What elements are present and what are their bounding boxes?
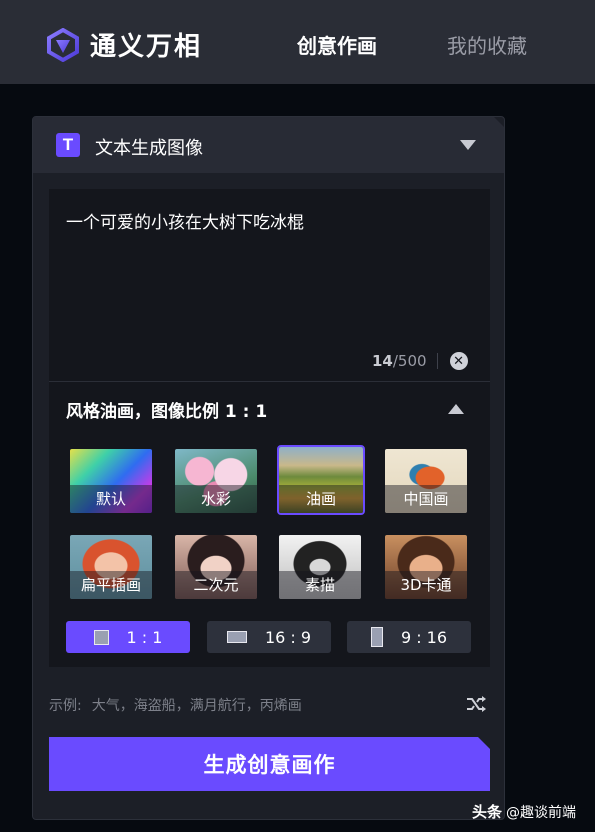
style-tile-anime[interactable]: 二次元 xyxy=(173,533,259,601)
style-label: 扁平插画 xyxy=(70,571,152,599)
top-nav-bar: 通义万相 创意作画 我的收藏 xyxy=(0,0,595,84)
app-name: 通义万相 xyxy=(90,32,203,62)
style-label: 素描 xyxy=(279,571,361,599)
style-tile-watercolor[interactable]: 水彩 xyxy=(173,447,259,515)
nav-favorites[interactable]: 我的收藏 xyxy=(447,30,527,59)
chevron-up-icon[interactable] xyxy=(448,404,464,414)
watermark-brand: 头条 xyxy=(472,803,503,821)
mode-selector[interactable]: T 文本生成图像 xyxy=(33,117,504,173)
style-label: 默认 xyxy=(70,485,152,513)
text-mode-icon: T xyxy=(56,133,80,157)
examples-label: 示例: xyxy=(49,698,82,714)
style-tile-3d-cartoon[interactable]: 3D卡通 xyxy=(383,533,469,601)
mode-title: 文本生成图像 xyxy=(95,138,203,159)
section-divider xyxy=(49,381,490,382)
prompt-input[interactable]: 一个可爱的小孩在大树下吃冰棍 xyxy=(66,211,476,235)
style-label: 中国画 xyxy=(385,485,467,513)
style-label: 二次元 xyxy=(175,571,257,599)
prompt-editor: 一个可爱的小孩在大树下吃冰棍 14 /500 ✕ 风格油画，图像比例 1 : 1… xyxy=(49,189,490,667)
ratio-button-1-1[interactable]: 1 : 1 xyxy=(66,621,190,653)
examples-row: 示例: 大气，海盗船，满月航行，丙烯画 xyxy=(49,695,302,715)
style-tile-sketch[interactable]: 素描 xyxy=(277,533,363,601)
style-summary[interactable]: 风格油画，图像比例 1 : 1 xyxy=(66,397,267,422)
ratio-label: 1 : 1 xyxy=(126,627,163,647)
style-tile-flat-illustration[interactable]: 扁平插画 xyxy=(68,533,154,601)
clear-icon[interactable]: ✕ xyxy=(449,352,468,370)
ratio-button-16-9[interactable]: 16 : 9 xyxy=(207,621,331,653)
counter-divider xyxy=(436,353,438,369)
generation-panel: T 文本生成图像 一个可爱的小孩在大树下吃冰棍 14 /500 ✕ 风格油画，图… xyxy=(32,116,505,820)
chevron-down-icon[interactable] xyxy=(460,140,476,150)
shuffle-icon[interactable] xyxy=(465,693,487,715)
nav-create[interactable]: 创意作画 xyxy=(297,30,377,59)
style-tile-default[interactable]: 默认 xyxy=(68,447,154,515)
logo[interactable]: 通义万相 xyxy=(46,26,202,63)
style-label: 3D卡通 xyxy=(385,571,467,599)
style-tile-chinese-painting[interactable]: 中国画 xyxy=(383,447,469,515)
ratio-label: 16 : 9 xyxy=(264,627,312,647)
ratio-label: 9 : 16 xyxy=(400,627,448,647)
square-ratio-icon xyxy=(93,629,109,645)
char-count: 14 xyxy=(372,352,393,370)
char-limit: /500 xyxy=(392,352,427,370)
style-label: 油画 xyxy=(279,485,363,513)
logo-icon xyxy=(47,27,79,62)
examples-items[interactable]: 大气，海盗船，满月航行，丙烯画 xyxy=(92,698,302,714)
watermark: 头条 @趣谈前端 xyxy=(472,801,576,822)
watermark-handle: @趣谈前端 xyxy=(506,805,577,821)
style-tile-oil-painting[interactable]: 油画 xyxy=(277,445,365,515)
style-label: 水彩 xyxy=(175,485,257,513)
landscape-ratio-icon xyxy=(226,631,247,643)
portrait-ratio-icon xyxy=(370,627,383,647)
char-counter: 14 /500 ✕ xyxy=(372,352,468,370)
generate-button[interactable]: 生成创意画作 xyxy=(49,737,490,791)
ratio-button-9-16[interactable]: 9 : 16 xyxy=(347,621,471,653)
